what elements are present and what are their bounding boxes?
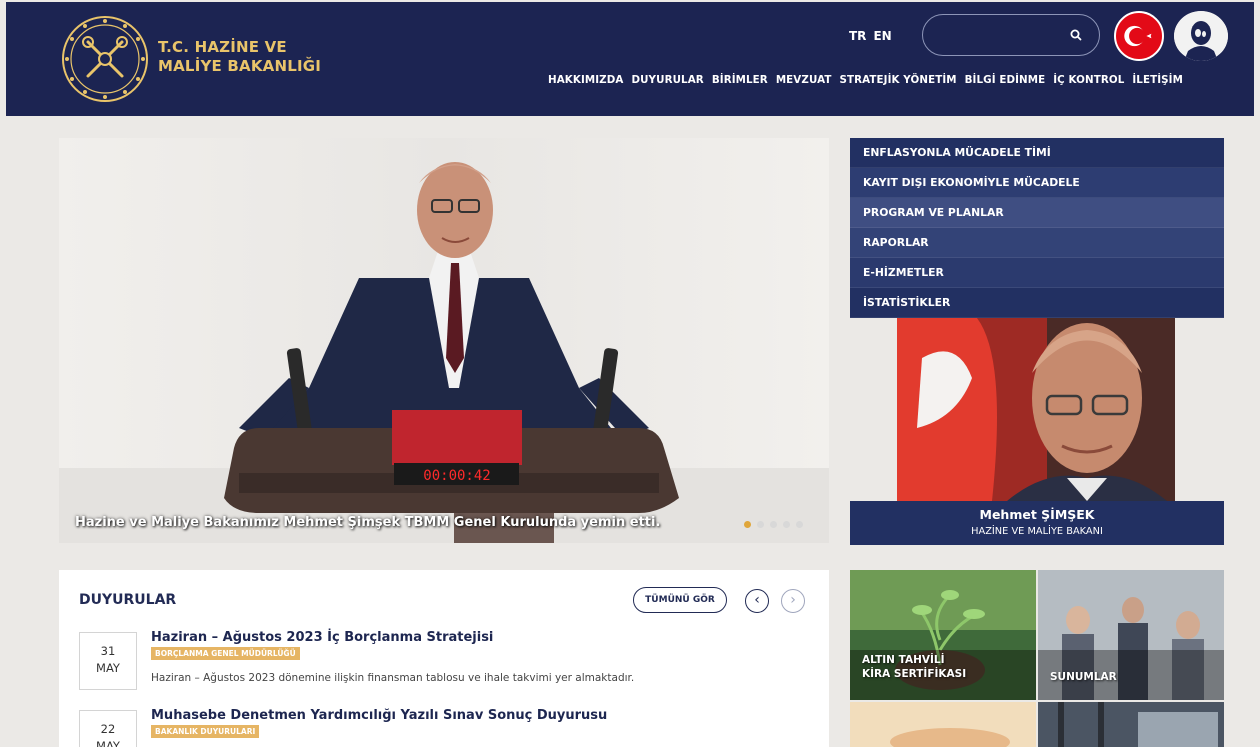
search-input[interactable] xyxy=(937,25,1067,45)
menu-kayit-disi-ekonomi[interactable]: KAYIT DIŞI EKONOMİYLE MÜCADELE xyxy=(850,168,1224,198)
minister-name: Mehmet ŞİMŞEK xyxy=(979,507,1095,522)
slider-dot-3[interactable] xyxy=(770,521,777,528)
announcement-title[interactable]: Haziran – Ağustos 2023 İç Borçlanma Stra… xyxy=(151,630,493,645)
nav-bilgi-edinme[interactable]: BİLGİ EDİNME xyxy=(965,74,1046,86)
lang-tr-link[interactable]: TR xyxy=(849,29,866,43)
nav-hakkimizda[interactable]: HAKKIMIZDA xyxy=(548,74,623,86)
nav-birimler[interactable]: BİRİMLER xyxy=(712,74,768,86)
tile-image xyxy=(850,702,1036,747)
date-box: 31 MAY xyxy=(79,632,137,690)
hero-slider[interactable]: 00:00:42 Hazine ve Maliye Bakanımız Mehm… xyxy=(59,138,829,543)
nav-duyurular[interactable]: DUYURULAR xyxy=(631,74,703,86)
menu-istatistikler[interactable]: İSTATİSTİKLER xyxy=(850,288,1224,318)
menu-raporlar[interactable]: RAPORLAR xyxy=(850,228,1224,258)
main-navigation: HAKKIMIZDA DUYURULAR BİRİMLER MEVZUAT ST… xyxy=(548,74,1191,86)
slider-dot-2[interactable] xyxy=(757,521,764,528)
tile-label-line-2: KİRA SERTİFİKASI xyxy=(862,668,967,680)
tile-image xyxy=(1038,702,1224,747)
nav-stratejik-yonetim[interactable]: STRATEJİK YÖNETİM xyxy=(839,74,956,86)
see-all-button[interactable]: TÜMÜNÜ GÖR xyxy=(633,587,727,613)
tile-bottom-right[interactable] xyxy=(1038,702,1224,747)
menu-e-hizmetler[interactable]: E-HİZMETLER xyxy=(850,258,1224,288)
menu-enflasyonla-mucadele[interactable]: ENFLASYONLA MÜCADELE TİMİ xyxy=(850,138,1224,168)
tile-sunumlar[interactable]: SUNUMLAR xyxy=(1038,570,1224,700)
podium-clock: 00:00:42 xyxy=(423,468,490,484)
nav-mevzuat[interactable]: MEVZUAT xyxy=(776,74,832,86)
site-header: T.C. HAZİNE VE MALİYE BAKANLIĞI TR EN HA… xyxy=(6,2,1254,116)
tile-label-line-1: ALTIN TAHVİLİ xyxy=(862,654,945,666)
next-arrow-icon[interactable]: › xyxy=(781,589,805,613)
minister-title: HAZİNE VE MALİYE BAKANI xyxy=(971,526,1103,537)
minister-portrait[interactable] xyxy=(897,318,1175,501)
date-month: MAY xyxy=(96,739,120,747)
slider-dot-1[interactable] xyxy=(744,521,751,528)
minister-card[interactable]: Mehmet ŞİMŞEK HAZİNE VE MALİYE BAKANI xyxy=(850,501,1224,545)
quick-links-menu: ENFLASYONLA MÜCADELE TİMİ KAYIT DIŞI EKO… xyxy=(850,138,1224,318)
logo-line-1: T.C. HAZİNE VE xyxy=(158,38,287,56)
announcement-title[interactable]: Muhasebe Denetmen Yardımcılığı Yazılı Sı… xyxy=(151,708,607,723)
slider-dots xyxy=(744,521,803,528)
tile-altin-tahvili[interactable]: ALTIN TAHVİLİ KİRA SERTİFİKASI xyxy=(850,570,1036,700)
prev-arrow-icon[interactable]: ‹ xyxy=(745,589,769,613)
date-day: 31 xyxy=(100,644,116,658)
announcements-panel: DUYURULAR TÜMÜNÜ GÖR ‹ › 31 MAY Haziran … xyxy=(59,570,829,747)
hero-caption[interactable]: Hazine ve Maliye Bakanımız Mehmet Şimşek… xyxy=(75,515,660,530)
nav-ic-kontrol[interactable]: İÇ KONTROL xyxy=(1053,74,1124,86)
turkish-flag-icon[interactable] xyxy=(1114,11,1164,61)
ministry-name[interactable]: T.C. HAZİNE VE MALİYE BAKANLIĞI xyxy=(158,38,321,76)
announcement-description: Haziran – Ağustos 2023 dönemine ilişkin … xyxy=(151,672,635,684)
menu-program-ve-planlar[interactable]: PROGRAM VE PLANLAR xyxy=(850,198,1224,228)
tile-label: SUNUMLAR xyxy=(1050,670,1117,684)
nav-iletisim[interactable]: İLETİŞİM xyxy=(1132,74,1183,86)
tile-label: ALTIN TAHVİLİ KİRA SERTİFİKASI xyxy=(862,653,966,681)
language-switcher: TR EN xyxy=(849,29,892,43)
search-box xyxy=(922,14,1100,56)
ataturk-portrait-icon[interactable] xyxy=(1174,11,1228,61)
hero-slide-image: 00:00:42 xyxy=(59,138,829,543)
date-box: 22 MAY xyxy=(79,710,137,747)
tile-label-line-1: SUNUMLAR xyxy=(1050,671,1117,683)
lang-en-link[interactable]: EN xyxy=(873,29,891,43)
announcements-heading: DUYURULAR xyxy=(79,592,177,608)
tile-bottom-left[interactable] xyxy=(850,702,1036,747)
search-icon[interactable] xyxy=(1069,28,1083,42)
category-badge[interactable]: BAKANLIK DUYURULARI xyxy=(151,725,260,738)
slider-dot-4[interactable] xyxy=(783,521,790,528)
logo-line-2: MALİYE BAKANLIĞI xyxy=(158,57,322,75)
ministry-seal-logo[interactable] xyxy=(60,14,150,104)
date-day: 22 xyxy=(100,722,116,736)
date-month: MAY xyxy=(96,661,120,675)
slider-dot-5[interactable] xyxy=(796,521,803,528)
category-badge[interactable]: BORÇLANMA GENEL MÜDÜRLÜĞÜ xyxy=(151,647,300,660)
